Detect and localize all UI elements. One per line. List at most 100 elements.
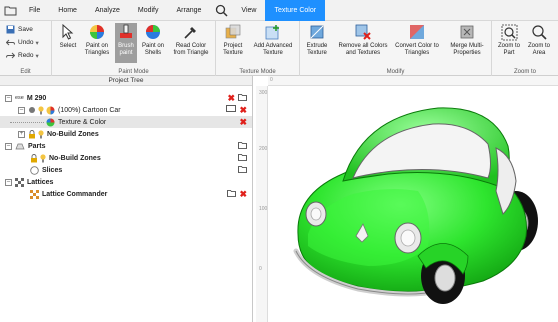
- open-folder-icon[interactable]: [238, 93, 247, 101]
- convert-color-icon: [408, 23, 426, 41]
- save-label: Save: [18, 26, 33, 33]
- redo-button[interactable]: Redo ▾: [6, 50, 39, 61]
- tree-lattice-commander-row[interactable]: Lattice Commander ✖: [0, 188, 252, 200]
- select-cursor-icon: [59, 23, 77, 41]
- lattice-commander-label: Lattice Commander: [42, 190, 108, 198]
- project-texture-label: Project Texture: [223, 43, 243, 56]
- zoom-to-group: Zoom to Part Zoom to Area Zoom to: [492, 21, 558, 76]
- tree-nobuild-row[interactable]: + No-Build Zones: [0, 128, 252, 140]
- slices-icon: [30, 165, 39, 175]
- cartoon-car-model[interactable]: [268, 86, 558, 322]
- texture-color-icon: [46, 118, 55, 126]
- read-color-label: Read Color from Triangle: [173, 43, 209, 56]
- modify-group-label: Modify: [386, 69, 405, 75]
- zoom-to-part-button[interactable]: Zoom to Part: [496, 23, 522, 57]
- add-advanced-texture-button[interactable]: Add Advanced Texture: [249, 23, 297, 57]
- v-ruler-tick: 0: [259, 266, 262, 272]
- extrude-texture-button[interactable]: Extrude Texture: [303, 23, 331, 57]
- tree-nobuild-row[interactable]: No-Build Zones: [0, 152, 252, 164]
- menu-analyze[interactable]: Analyze: [86, 0, 129, 21]
- select-button[interactable]: Select: [56, 23, 80, 50]
- collapse-toggle[interactable]: –: [5, 178, 12, 186]
- project-texture-button[interactable]: Project Texture: [219, 23, 247, 57]
- nobuild-zones-label: No-Build Zones: [49, 154, 101, 162]
- undo-label: Undo: [18, 39, 34, 46]
- undo-dropdown-icon[interactable]: ▾: [36, 39, 39, 47]
- collapse-toggle[interactable]: –: [5, 94, 12, 102]
- menu-arrange[interactable]: Arrange: [168, 0, 211, 21]
- texture-mode-group-label: Texture Mode: [239, 69, 276, 75]
- vertical-ruler: 300 200 100 0: [256, 86, 268, 322]
- delete-icon[interactable]: ✖: [239, 189, 247, 199]
- read-color-button[interactable]: Read Color from Triangle: [170, 23, 212, 57]
- open-folder-icon[interactable]: [238, 153, 247, 161]
- select-label: Select: [59, 43, 77, 49]
- merge-multi-properties-button[interactable]: Merge Multi-Properties: [444, 23, 490, 57]
- paint-mode-group: Select Paint on Triangles Brush paint Pa…: [52, 21, 216, 76]
- menu-modify[interactable]: Modify: [129, 0, 168, 21]
- menu-home[interactable]: Home: [49, 0, 86, 21]
- redo-dropdown-icon[interactable]: ▾: [36, 52, 39, 60]
- menu-file[interactable]: File: [20, 0, 49, 21]
- h-ruler-tick: 0: [270, 77, 273, 83]
- menu-texture-color[interactable]: Texture Color: [265, 0, 326, 21]
- edit-group-label: Edit: [20, 69, 31, 75]
- tree-slices-row[interactable]: Slices: [0, 164, 252, 176]
- parts-label: Parts: [28, 142, 46, 150]
- convert-color-button[interactable]: Convert Color to Triangles: [394, 23, 440, 57]
- lattice-commander-icon: [30, 189, 39, 199]
- open-folder-icon[interactable]: [227, 189, 237, 197]
- tree-part-row[interactable]: – (100%) Cartoon Car ✖: [0, 104, 252, 116]
- brush-paint-button[interactable]: Brush paint: [115, 23, 137, 63]
- open-folder-icon[interactable]: [238, 165, 247, 173]
- paint-on-triangles-button[interactable]: Paint on Triangles: [82, 23, 112, 57]
- paint-on-triangles-label: Paint on Triangles: [84, 43, 110, 56]
- lightbulb-icon[interactable]: [40, 153, 46, 163]
- project-texture-icon: [224, 23, 242, 41]
- nobuild-zones-label: No-Build Zones: [47, 130, 99, 138]
- extrude-texture-label: Extrude Texture: [306, 43, 328, 56]
- brush-icon: [117, 23, 135, 41]
- paint-mode-group-label: Paint Mode: [118, 69, 149, 75]
- modify-group: Extrude Texture Remove all Colors and Te…: [300, 21, 492, 76]
- save-button[interactable]: Save: [6, 24, 33, 35]
- front-hubcap: [434, 264, 456, 292]
- folder-icon[interactable]: [0, 0, 20, 21]
- open-folder-icon[interactable]: [238, 141, 247, 149]
- collapse-toggle[interactable]: –: [5, 142, 12, 150]
- texture-color-icon: [46, 106, 55, 114]
- tree-root-row[interactable]: – ese M 290 ✖: [0, 92, 252, 104]
- remove-all-colors-label: Remove all Colors and Textures: [338, 43, 388, 56]
- lightbulb-icon[interactable]: [38, 105, 44, 115]
- texture-color-label: Texture & Color: [58, 118, 107, 126]
- tree-texture-row[interactable]: Texture & Color ✖: [0, 116, 252, 128]
- eyedropper-icon: [182, 23, 200, 41]
- undo-icon: [6, 39, 15, 45]
- redo-icon: [6, 52, 15, 58]
- save-icon: [6, 25, 15, 34]
- zoom-to-area-button[interactable]: Zoom to Area: [526, 23, 552, 57]
- add-texture-icon: [264, 23, 282, 41]
- texture-mode-group: Project Texture Add Advanced Texture Tex…: [216, 21, 300, 76]
- delete-icon[interactable]: ✖: [239, 117, 247, 127]
- remove-all-colors-button[interactable]: Remove all Colors and Textures: [334, 23, 392, 57]
- brush-paint-label: Brush paint: [118, 43, 134, 56]
- menu-bar: File Home Analyze Modify Arrange View Te…: [0, 0, 558, 21]
- paint-on-shells-button[interactable]: Paint on Shells: [139, 23, 167, 57]
- delete-icon[interactable]: ✖: [227, 93, 235, 103]
- collapse-toggle[interactable]: –: [18, 106, 25, 114]
- undo-button[interactable]: Undo ▾: [6, 37, 39, 48]
- expand-toggle[interactable]: +: [18, 130, 25, 138]
- convert-color-label: Convert Color to Triangles: [395, 43, 439, 56]
- windshield: [352, 123, 491, 179]
- monitor-icon[interactable]: [226, 105, 237, 113]
- search-icon[interactable]: [210, 0, 232, 21]
- menu-view[interactable]: View: [232, 0, 265, 21]
- tree-lattices-row[interactable]: – Lattices: [0, 176, 252, 188]
- v-ruler-tick: 100: [259, 206, 268, 212]
- part-name-label: (100%) Cartoon Car: [58, 106, 121, 114]
- tree-parts-row[interactable]: – Parts: [0, 140, 252, 152]
- lightbulb-icon[interactable]: [38, 129, 44, 139]
- 3d-viewport[interactable]: [268, 86, 558, 322]
- delete-icon[interactable]: ✖: [239, 105, 247, 115]
